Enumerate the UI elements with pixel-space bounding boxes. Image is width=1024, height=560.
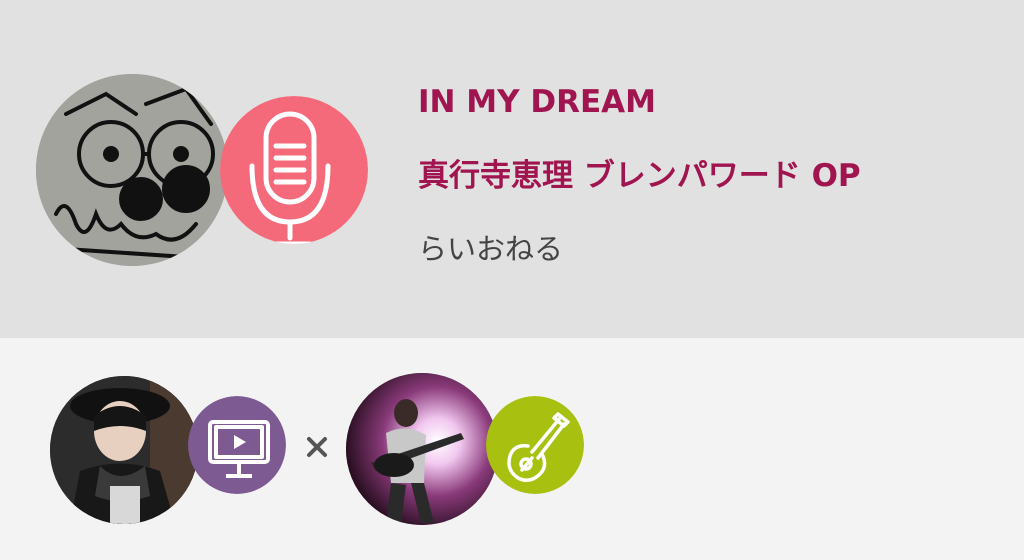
video-monitor-icon (188, 396, 286, 494)
microphone-icon (220, 96, 368, 244)
guitarist-avatar[interactable] (346, 373, 498, 525)
song-title: IN MY DREAM (418, 84, 656, 120)
singer-avatar[interactable] (50, 376, 198, 524)
song-subtitle: 真行寺恵理 ブレンパワード OP (418, 158, 861, 194)
guitar-icon (486, 396, 584, 494)
author-name[interactable]: らいおねる (418, 226, 563, 268)
uploader-avatar[interactable] (36, 74, 228, 266)
times-icon (303, 433, 331, 461)
